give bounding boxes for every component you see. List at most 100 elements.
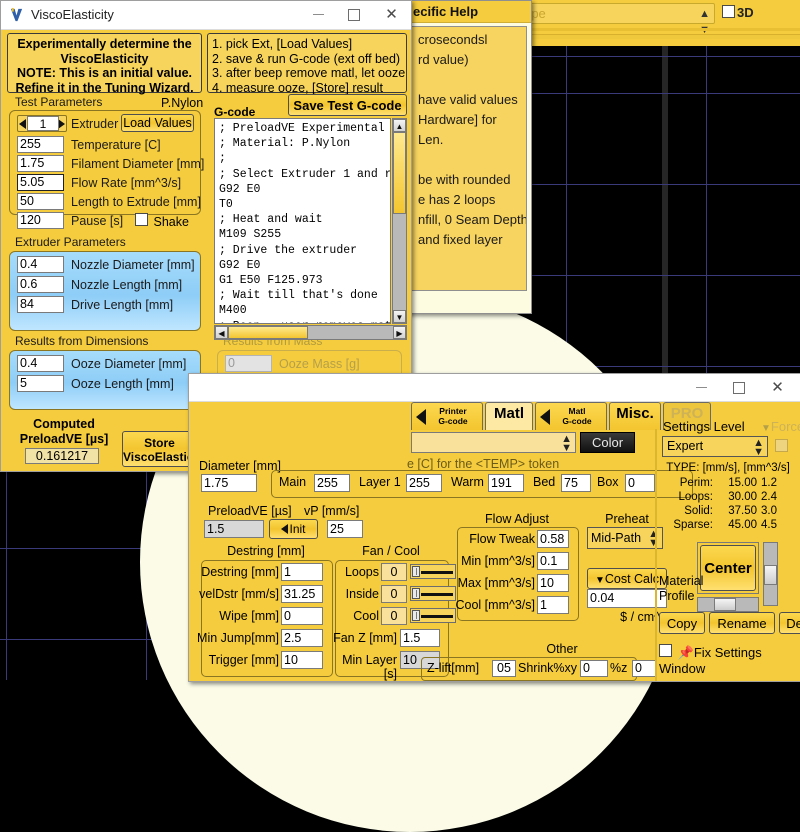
tab-printer-gcode-line2: G-code [438,415,468,426]
settings-close-button[interactable]: ✕ [761,374,794,401]
minimize-button[interactable] [302,1,335,28]
shrink-xy-input[interactable]: 0 [580,660,608,677]
veldstr-input[interactable]: 31.25 [281,585,323,603]
rename-profile-button[interactable]: Rename [709,612,775,634]
gcode-vscrollbar[interactable]: ▲ ▼ [392,118,407,324]
spinner-right-icon[interactable] [58,119,65,129]
ooze-diameter-input[interactable]: 0.4 [17,355,64,372]
trigger-input[interactable]: 10 [281,651,323,669]
center-hscrollbar[interactable] [697,597,759,612]
diameter-input[interactable]: 1.75 [201,474,257,492]
checkbox-box[interactable] [659,644,672,657]
vp-label: vP [mm/s] [304,504,360,518]
tab-misc[interactable]: Misc. [609,402,661,430]
center-vscroll-thumb[interactable] [764,565,777,585]
spinner-icon-3[interactable]: ▲ ▼ [753,438,764,458]
min-layer-label: Min Layer [s] [342,653,397,681]
settings-level-combo[interactable]: Expert ▲ ▼ [662,436,768,458]
color-button[interactable]: Color [580,432,635,453]
preheat-combo[interactable]: Mid-Path ▲ ▼ [587,527,663,549]
loops-slider[interactable] [410,564,456,579]
maximize-icon [347,8,360,21]
spinner-icon[interactable]: ▲▼ [561,434,572,454]
length-to-extrude-input[interactable]: 50 [17,193,64,210]
checkbox-3d[interactable]: 3D [722,5,754,20]
center-hscroll-thumb[interactable] [714,598,736,611]
shake-checkbox[interactable]: Shake [135,213,189,229]
zlift-input[interactable]: 05 [492,660,516,677]
filament-diameter-input[interactable]: 1.75 [17,155,64,172]
temp-box-input[interactable]: 0 [625,474,655,492]
delete-profile-button[interactable]: Delete [779,612,800,634]
temp-layer1-input[interactable]: 255 [406,474,442,492]
shrink-xy-label: Shrink%xy [518,661,578,675]
material-profile-combo[interactable]: ▲ ▼ [411,432,576,454]
destring-input[interactable]: 1 [281,563,323,581]
temp-warm-input[interactable]: 191 [488,474,524,492]
loops-input[interactable]: 0 [381,563,407,581]
cool-slider[interactable] [410,608,456,623]
temp-bed-input[interactable]: 75 [561,474,591,492]
flow-tweak-input[interactable]: 0.58 [537,530,569,548]
close-button[interactable]: ✕ [375,1,408,28]
nozzle-diameter-input[interactable]: 0.4 [17,256,64,273]
extruder-spinner[interactable]: 1 [17,115,67,132]
left-arrow-icon [416,409,426,425]
temperature-input[interactable]: 255 [17,136,64,153]
tab-matl[interactable]: Matl [485,402,533,430]
gcode-panel[interactable]: ; PreloadVE Experimental T ; Material: P… [214,118,407,340]
scroll-left-icon[interactable]: ◀ [215,326,228,339]
vscroll-thumb[interactable] [393,132,406,214]
fix-settings-checkbox[interactable]: 📌Fix Settings Window [659,644,800,676]
gcode-hscrollbar[interactable]: ◀ ▶ [214,325,407,340]
drive-length-input[interactable]: 84 [17,296,64,313]
spinner-icon-2[interactable]: ▲ ▼ [648,529,659,549]
spinner-left-icon[interactable] [19,119,26,129]
flow-cool-input[interactable]: 1 [537,596,569,614]
specific-help-window[interactable]: ecific Help crosecondsl rd value) have v… [406,0,532,314]
settings-minimize-button[interactable] [685,374,718,401]
inside-input[interactable]: 0 [381,585,407,603]
wipe-input[interactable]: 0 [281,607,323,625]
settings-titlebar[interactable]: ✕ [189,374,800,402]
center-vscrollbar[interactable] [763,542,778,606]
nozzle-length-input[interactable]: 0.6 [17,276,64,293]
pause-input[interactable]: 120 [17,212,64,229]
settings-maximize-button[interactable] [722,374,755,401]
vp-input[interactable]: 25 [327,520,363,538]
tab-matl-gcode[interactable]: Matl G-code [535,402,607,430]
gcode-textarea[interactable]: ; PreloadVE Experimental T ; Material: P… [214,118,391,324]
pct-z-input[interactable]: 0 [632,660,656,677]
flow-min-input[interactable]: 0.1 [537,552,569,570]
flow-max-input[interactable]: 10 [537,574,569,592]
init-button[interactable]: Init [269,519,318,539]
checkbox-box[interactable] [135,213,148,226]
store-viscoelasticity-button[interactable]: Store ViscoElasticity [122,431,208,467]
min-jump-input[interactable]: 2.5 [281,629,323,647]
tab-printer-gcode[interactable]: Printer G-code [411,402,483,430]
maximize-button[interactable] [337,1,370,28]
copy-profile-button[interactable]: Copy [659,612,705,634]
center-button[interactable]: Center [700,545,756,591]
checkbox-box[interactable] [722,5,735,18]
extruder-value[interactable]: 1 [27,116,59,131]
save-test-gcode-button[interactable]: Save Test G-code [288,94,407,116]
temp-main-input[interactable]: 255 [314,474,350,492]
scroll-up-icon[interactable]: ▲ [393,119,406,132]
temp-box-label: Box [597,475,619,489]
fan-z-input[interactable]: 1.5 [400,629,440,647]
ooze-length-input[interactable]: 5 [17,375,64,392]
scroll-right-icon[interactable]: ▶ [393,326,406,339]
type-combo[interactable]: n Type ▲▼ [500,3,715,36]
load-values-button[interactable]: Load Values [121,114,194,132]
type-solid-speed: 37.50 [728,505,757,517]
cool-input[interactable]: 0 [381,607,407,625]
inside-slider[interactable] [410,586,456,601]
visco-titlebar[interactable]: ViscoElasticity ✕ [1,1,411,30]
destring-label: Destring [mm] [201,565,279,579]
flow-rate-input[interactable]: 5.05 [17,174,64,191]
preloadve-input[interactable]: 1.5 [204,520,264,538]
hscroll-thumb[interactable] [228,326,308,339]
settings-window[interactable]: ✕ Printer G-code Matl Matl G-code Misc. … [188,373,800,682]
scroll-down-icon[interactable]: ▼ [393,310,406,323]
